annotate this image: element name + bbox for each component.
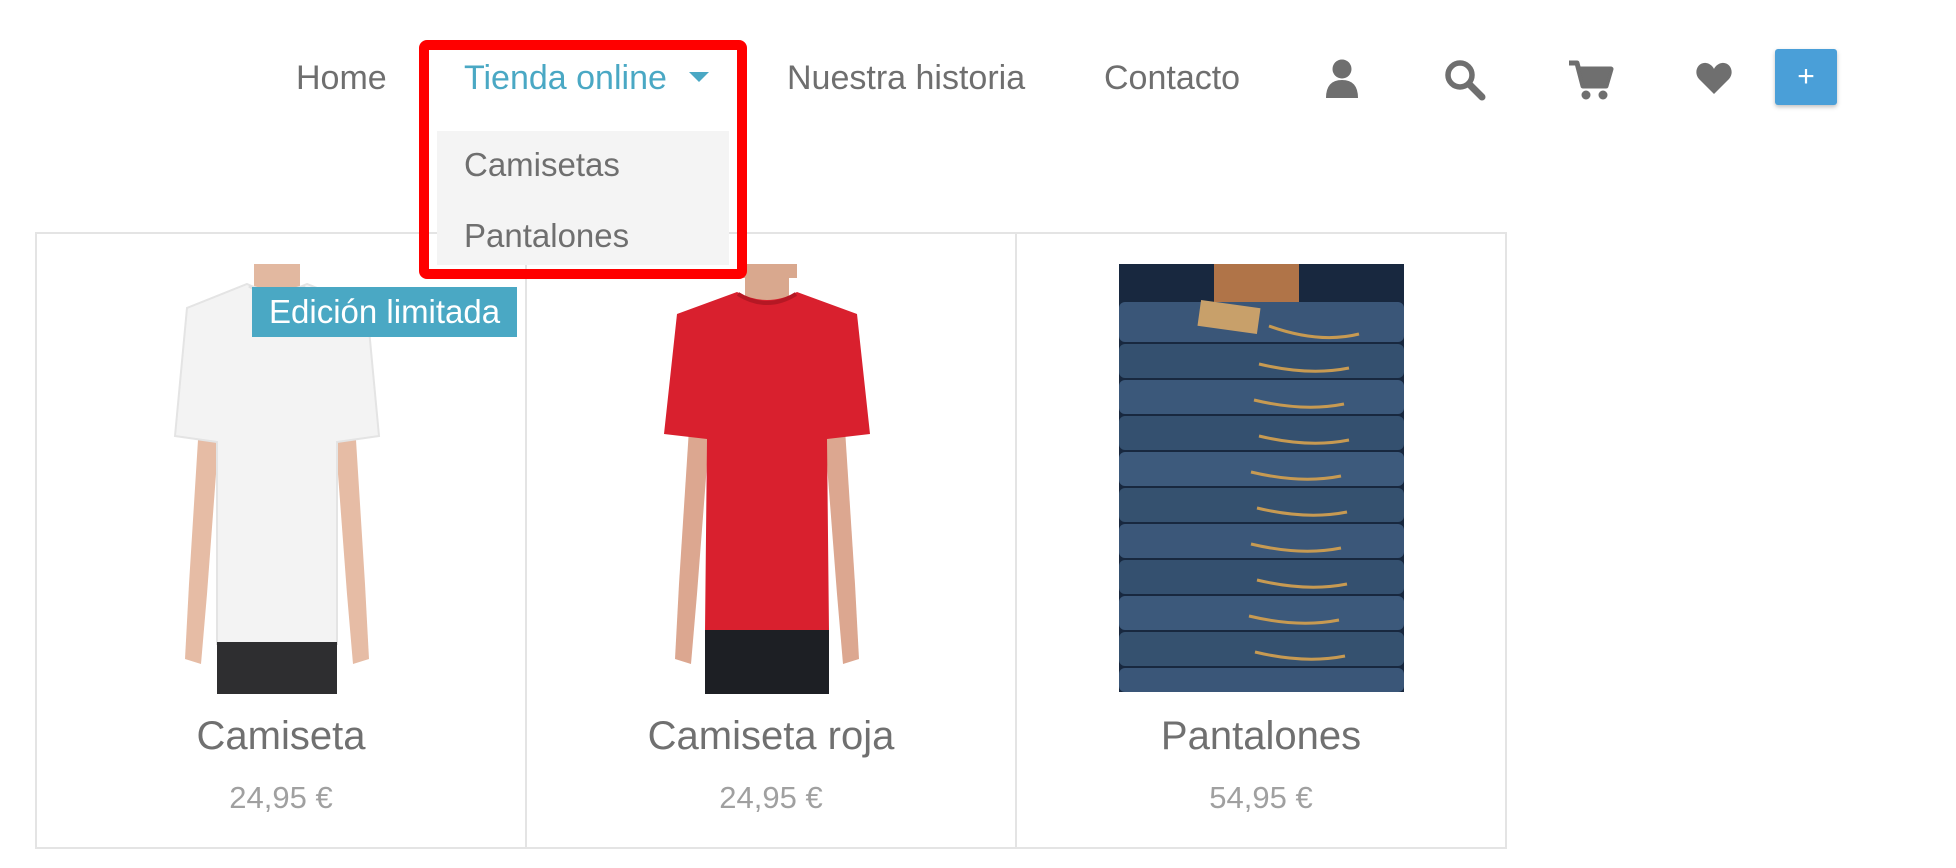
limited-edition-badge: Edición limitada: [252, 287, 518, 337]
heart-icon[interactable]: [1694, 58, 1734, 100]
add-button[interactable]: +: [1775, 49, 1837, 105]
search-icon[interactable]: [1443, 58, 1486, 101]
nav-nuestra-historia-link[interactable]: Nuestra historia: [787, 58, 1025, 98]
product-card-camiseta-roja[interactable]: Camiseta roja 24,95 €: [525, 232, 1017, 849]
product-image-red-tshirt[interactable]: [617, 264, 917, 694]
product-price: 24,95 €: [719, 780, 823, 815]
product-card-camiseta[interactable]: Edición limitada Camiseta 24,95 €: [35, 232, 527, 849]
user-icon[interactable]: [1322, 58, 1362, 100]
page: Home Tienda online Nuestra historia Cont…: [0, 0, 1956, 868]
nav-home-link[interactable]: Home: [296, 58, 387, 98]
highlight-box: [419, 40, 747, 279]
product-name[interactable]: Pantalones: [1017, 714, 1505, 759]
cart-icon[interactable]: [1568, 58, 1614, 100]
product-image-stacked-jeans[interactable]: [1119, 264, 1404, 692]
nav-contacto-link[interactable]: Contacto: [1104, 58, 1240, 98]
product-price: 54,95 €: [1209, 780, 1313, 815]
product-name[interactable]: Camiseta: [37, 714, 525, 759]
product-name[interactable]: Camiseta roja: [527, 714, 1015, 759]
product-price: 24,95 €: [229, 780, 333, 815]
product-card-pantalones[interactable]: Pantalones 54,95 €: [1015, 232, 1507, 849]
